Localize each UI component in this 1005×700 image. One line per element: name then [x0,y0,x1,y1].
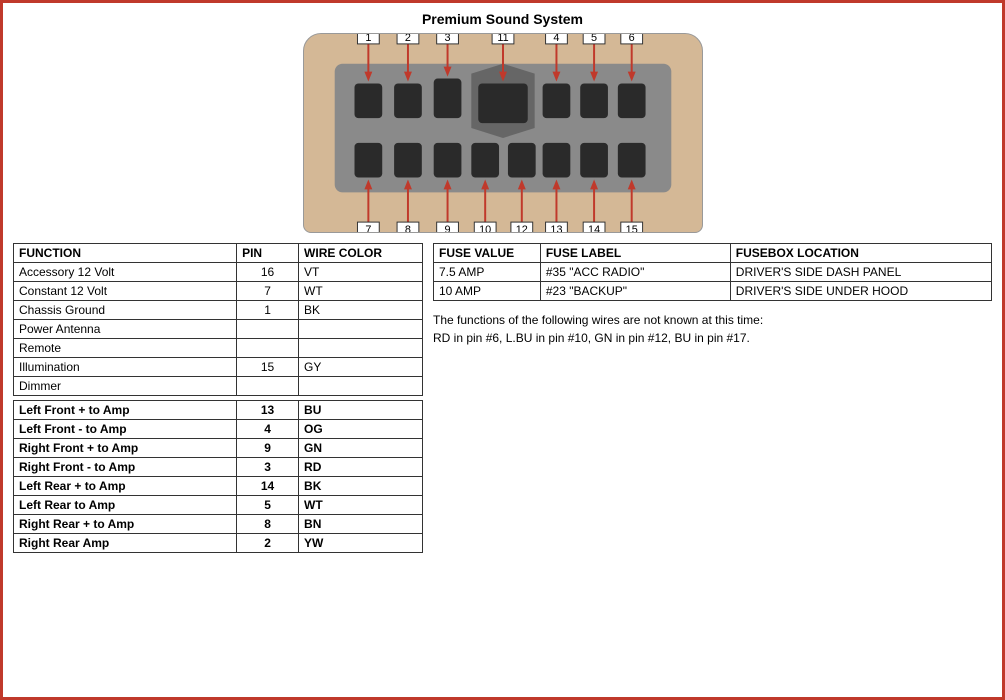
table-row: Chassis Ground1BK [14,301,423,320]
function-cell: Right Front + to Amp [14,439,237,458]
color-cell: WT [299,496,423,515]
color-cell: RD [299,458,423,477]
function-cell: Right Rear Amp [14,534,237,553]
page-title: Premium Sound System [422,11,583,27]
pin-cell [237,320,299,339]
color-cell [299,320,423,339]
color-cell: BN [299,515,423,534]
function-cell: Right Front - to Amp [14,458,237,477]
fuse-label-cell: #23 "BACKUP" [540,282,730,301]
color-cell: OG [299,420,423,439]
table-row: Left Front - to Amp4OG [14,420,423,439]
function-header: FUNCTION [14,244,237,263]
color-cell [299,377,423,396]
table-row: Illumination15GY [14,358,423,377]
main-table-section: FUNCTION PIN WIRE COLOR Accessory 12 Vol… [13,243,423,689]
fuse-label-header: FUSE LABEL [540,244,730,263]
function-cell: Left Rear to Amp [14,496,237,515]
table-row: Left Rear + to Amp14BK [14,477,423,496]
table-row: Right Rear + to Amp8BN [14,515,423,534]
svg-text:6: 6 [628,34,634,44]
svg-text:1: 1 [365,34,371,44]
color-cell: WT [299,282,423,301]
connector-diagram: 1 2 3 11 4 5 6 7 8 [303,33,703,233]
page-container: Premium Sound System [0,0,1005,700]
table-row: Accessory 12 Volt16VT [14,263,423,282]
table-row: Left Rear to Amp5WT [14,496,423,515]
svg-text:2: 2 [404,34,410,44]
note-text: The functions of the following wires are… [433,311,992,347]
fuse-value-cell: 7.5 AMP [434,263,541,282]
pin-cell: 3 [237,458,299,477]
pin-cell: 9 [237,439,299,458]
fuse-row: 7.5 AMP#35 "ACC RADIO"DRIVER'S SIDE DASH… [434,263,992,282]
svg-text:10: 10 [479,224,491,232]
color-cell: GY [299,358,423,377]
svg-text:4: 4 [553,34,559,44]
function-cell: Accessory 12 Volt [14,263,237,282]
fuse-row: 10 AMP#23 "BACKUP"DRIVER'S SIDE UNDER HO… [434,282,992,301]
color-cell: YW [299,534,423,553]
table-row: Right Front - to Amp3RD [14,458,423,477]
table-row: Remote [14,339,423,358]
table-row: Right Front + to Amp9GN [14,439,423,458]
pin-header: PIN [237,244,299,263]
color-cell: VT [299,263,423,282]
function-cell: Right Rear + to Amp [14,515,237,534]
svg-text:15: 15 [625,224,637,232]
color-cell: GN [299,439,423,458]
function-cell: Illumination [14,358,237,377]
svg-text:13: 13 [550,224,562,232]
pin-cell: 13 [237,401,299,420]
function-cell: Left Front - to Amp [14,420,237,439]
fuse-value-header: FUSE VALUE [434,244,541,263]
table-row: Left Front + to Amp13BU [14,401,423,420]
pin-cell: 7 [237,282,299,301]
pin-cell: 2 [237,534,299,553]
fuse-table: FUSE VALUE FUSE LABEL FUSEBOX LOCATION 7… [433,243,992,301]
function-cell: Remote [14,339,237,358]
svg-text:14: 14 [588,224,600,232]
pin-cell [237,377,299,396]
svg-text:7: 7 [365,224,371,232]
table-row: Constant 12 Volt7WT [14,282,423,301]
svg-text:5: 5 [591,34,597,44]
fusebox-location-header: FUSEBOX LOCATION [730,244,991,263]
svg-text:8: 8 [404,224,410,232]
svg-text:9: 9 [444,224,450,232]
pin-cell: 16 [237,263,299,282]
fuse-value-cell: 10 AMP [434,282,541,301]
pin-cell: 14 [237,477,299,496]
fusebox-location-cell: DRIVER'S SIDE DASH PANEL [730,263,991,282]
pin-cell: 15 [237,358,299,377]
color-cell: BK [299,477,423,496]
color-header: WIRE COLOR [299,244,423,263]
function-cell: Left Front + to Amp [14,401,237,420]
svg-text:3: 3 [444,34,450,44]
pin-cell [237,339,299,358]
table-row: Right Rear Amp2YW [14,534,423,553]
svg-text:12: 12 [515,224,527,232]
pin-cell: 8 [237,515,299,534]
svg-text:11: 11 [497,34,508,44]
table-row: Dimmer [14,377,423,396]
color-cell: BK [299,301,423,320]
function-cell: Dimmer [14,377,237,396]
function-cell: Constant 12 Volt [14,282,237,301]
main-table: FUNCTION PIN WIRE COLOR Accessory 12 Vol… [13,243,423,553]
color-cell: BU [299,401,423,420]
content-area: FUNCTION PIN WIRE COLOR Accessory 12 Vol… [13,243,992,689]
function-cell: Left Rear + to Amp [14,477,237,496]
pin-cell: 5 [237,496,299,515]
fuse-label-cell: #35 "ACC RADIO" [540,263,730,282]
color-cell [299,339,423,358]
fusebox-location-cell: DRIVER'S SIDE UNDER HOOD [730,282,991,301]
right-section: FUSE VALUE FUSE LABEL FUSEBOX LOCATION 7… [433,243,992,689]
table-row: Power Antenna [14,320,423,339]
function-cell: Chassis Ground [14,301,237,320]
pin-cell: 4 [237,420,299,439]
pin-cell: 1 [237,301,299,320]
function-cell: Power Antenna [14,320,237,339]
